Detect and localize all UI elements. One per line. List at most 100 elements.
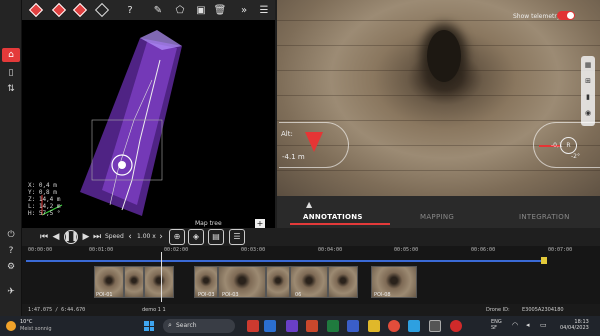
battery-icon[interactable]: ▮ [583, 92, 593, 102]
tick-label: 00:03:00 [241, 247, 266, 253]
grid-icon[interactable]: ▦ [583, 60, 593, 70]
app-icon[interactable] [306, 320, 318, 332]
skip-forward-icon[interactable]: ⏭ [91, 230, 103, 244]
speed-decrease-icon[interactable]: ‹ [126, 230, 134, 244]
home-icon[interactable]: ⌂ [2, 48, 20, 62]
pencil-icon[interactable]: ✎ [150, 2, 166, 18]
step-back-icon[interactable]: ◀ [50, 230, 62, 244]
weather-description: Meist sonnig [20, 326, 52, 332]
app-icon[interactable] [429, 320, 441, 332]
tunnel-opening [427, 30, 461, 82]
tab-integration[interactable]: INTEGRATION [519, 213, 570, 221]
poi-label: POI-03 [198, 292, 215, 298]
view3d-canvas[interactable]: X: 0,4 m Y: 0,8 m Z: 14,4 m L: 14,2 m H:… [22, 20, 275, 228]
folder-icon[interactable] [368, 320, 380, 332]
tick-label: 00:01:00 [89, 247, 114, 253]
app-window: ⌂ ▯ ⇅ ⏻ ? ⚙ ✈ ? ✎ ⬠ ▣ 🗑 » ☰ X: 0,4 m Y: … [0, 0, 600, 336]
brick-line [277, 95, 600, 96]
camera-view[interactable]: Show telemetry ▦ ⊞ ▮ ◉ Alt: -4.1 m R -0,… [277, 0, 600, 196]
cube-top-icon[interactable] [72, 2, 88, 18]
ruler-icon[interactable]: ⊞ [583, 76, 593, 86]
pitch-angle: -2° [571, 153, 580, 160]
battery-tray-icon[interactable]: ▭ [540, 321, 547, 329]
settings-sliders-icon[interactable]: ☰ [256, 2, 272, 18]
skip-back-icon[interactable]: ⏮ [38, 230, 50, 244]
file-icon[interactable]: ▯ [2, 66, 20, 80]
tick-label: 00:00:00 [28, 247, 53, 253]
save-icon[interactable]: ▣ [193, 2, 209, 18]
tick-label: 00:04:00 [318, 247, 343, 253]
telemetry-label: Show telemetry [513, 13, 561, 20]
status-bar: 1:47.075 / 6:44.670 demo 1 1 Drone ID: E… [22, 304, 600, 316]
camera-icon[interactable]: ◉ [583, 108, 593, 118]
app-icon[interactable] [408, 320, 420, 332]
chrome-icon[interactable] [388, 320, 400, 332]
sort-icon[interactable]: ⇅ [2, 82, 20, 96]
settings-gear-icon[interactable]: ⚙ [2, 260, 20, 274]
speed-label: Speed [105, 233, 124, 240]
power-icon[interactable]: ⏻ [2, 228, 20, 242]
telemetry-toggle[interactable] [557, 11, 575, 20]
brick-line [277, 120, 600, 121]
app-icon[interactable] [247, 320, 259, 332]
pitch-value: -0,1 [551, 142, 563, 149]
lang-bottom: SF [491, 325, 498, 331]
volume-icon[interactable]: ◂ [526, 321, 530, 329]
poi-thumbnail[interactable] [124, 266, 144, 298]
cube-front-icon[interactable] [28, 2, 44, 18]
camera-toolbar: ▦ ⊞ ▮ ◉ [581, 56, 595, 126]
cube-side-icon[interactable] [51, 2, 67, 18]
app-icon[interactable] [286, 320, 298, 332]
coordinate-readout: X: 0,4 m Y: 0,8 m Z: 14,4 m L: 14,2 m H:… [28, 182, 61, 217]
poi-label: POI-03 [222, 292, 239, 298]
speed-increase-icon[interactable]: › [157, 230, 165, 244]
excel-icon[interactable] [327, 320, 339, 332]
wifi-icon[interactable]: ◠ [512, 321, 518, 329]
left-sidebar: ⌂ ▯ ⇅ ⏻ ? ⚙ ✈ [0, 0, 22, 316]
poi-thumbnail[interactable] [144, 266, 174, 298]
record-icon[interactable] [450, 320, 462, 332]
add-poi-icon[interactable]: ⊕ [169, 229, 185, 245]
poi-label: 06 [295, 292, 302, 298]
coord-z: Z: 14,4 m [28, 196, 61, 203]
weather-sun-icon[interactable] [6, 321, 16, 331]
cube-outline-icon[interactable] [94, 2, 110, 18]
poi-doc-icon[interactable]: ▤ [208, 229, 224, 245]
search-icon: ⌕ [168, 321, 172, 329]
timeline-track[interactable] [26, 260, 544, 262]
playhead[interactable] [161, 252, 162, 302]
view3d-toolbar: ? ✎ ⬠ ▣ 🗑 » ☰ [22, 0, 275, 20]
taskbar-search-label: Search [176, 322, 197, 329]
poi-list-icon[interactable]: ☰ [229, 229, 245, 245]
drone-id-label: Drone ID: [486, 307, 510, 313]
session-label: demo 1 1 [142, 307, 166, 313]
map-tree-expand-button[interactable]: + [255, 219, 265, 228]
clock[interactable]: 18:13 04/04/2023 [560, 319, 589, 331]
coord-h: H: 57,5 ° [28, 210, 61, 217]
help-circle-icon[interactable]: ? [2, 244, 20, 258]
taskbar-search[interactable] [163, 319, 235, 333]
polygon-icon[interactable]: ⬠ [172, 2, 188, 18]
windows-taskbar: 10°C Meist sonnig ⌕ Search ENG SF ◠ ◂ ▭ … [0, 316, 600, 336]
altitude-arrow-icon [305, 132, 323, 152]
speed-value[interactable]: 1.00 x [137, 233, 156, 240]
keyboard-language[interactable]: ENG SF [491, 319, 502, 331]
app-icon[interactable] [264, 320, 276, 332]
playback-controls: ⏮ ◀ ❚❚ ▶ ⏭ Speed ‹ 1.00 x › ⊕ ◈ ▤ ☰ [22, 228, 600, 246]
brick-line [277, 20, 600, 21]
app-icon[interactable] [347, 320, 359, 332]
pause-button[interactable]: ❚❚ [63, 230, 79, 244]
altitude-value: -4.1 m [282, 153, 305, 161]
poi-thumbnail[interactable] [328, 266, 358, 298]
fast-forward-icon[interactable]: » [236, 2, 252, 18]
chevron-up-icon[interactable]: ▲ [306, 200, 312, 209]
trash-icon[interactable]: 🗑 [212, 2, 228, 18]
coord-x: X: 0,4 m [28, 182, 57, 189]
poi-thumbnail[interactable] [266, 266, 290, 298]
tab-annotations[interactable]: ANNOTATIONS [303, 213, 363, 221]
tab-mapping[interactable]: MAPPING [420, 213, 454, 221]
windows-start-icon[interactable] [144, 321, 154, 331]
poi-edit-icon[interactable]: ◈ [188, 229, 204, 245]
coord-l: L: 14,2 m [28, 203, 61, 210]
help-icon[interactable]: ? [122, 2, 138, 18]
